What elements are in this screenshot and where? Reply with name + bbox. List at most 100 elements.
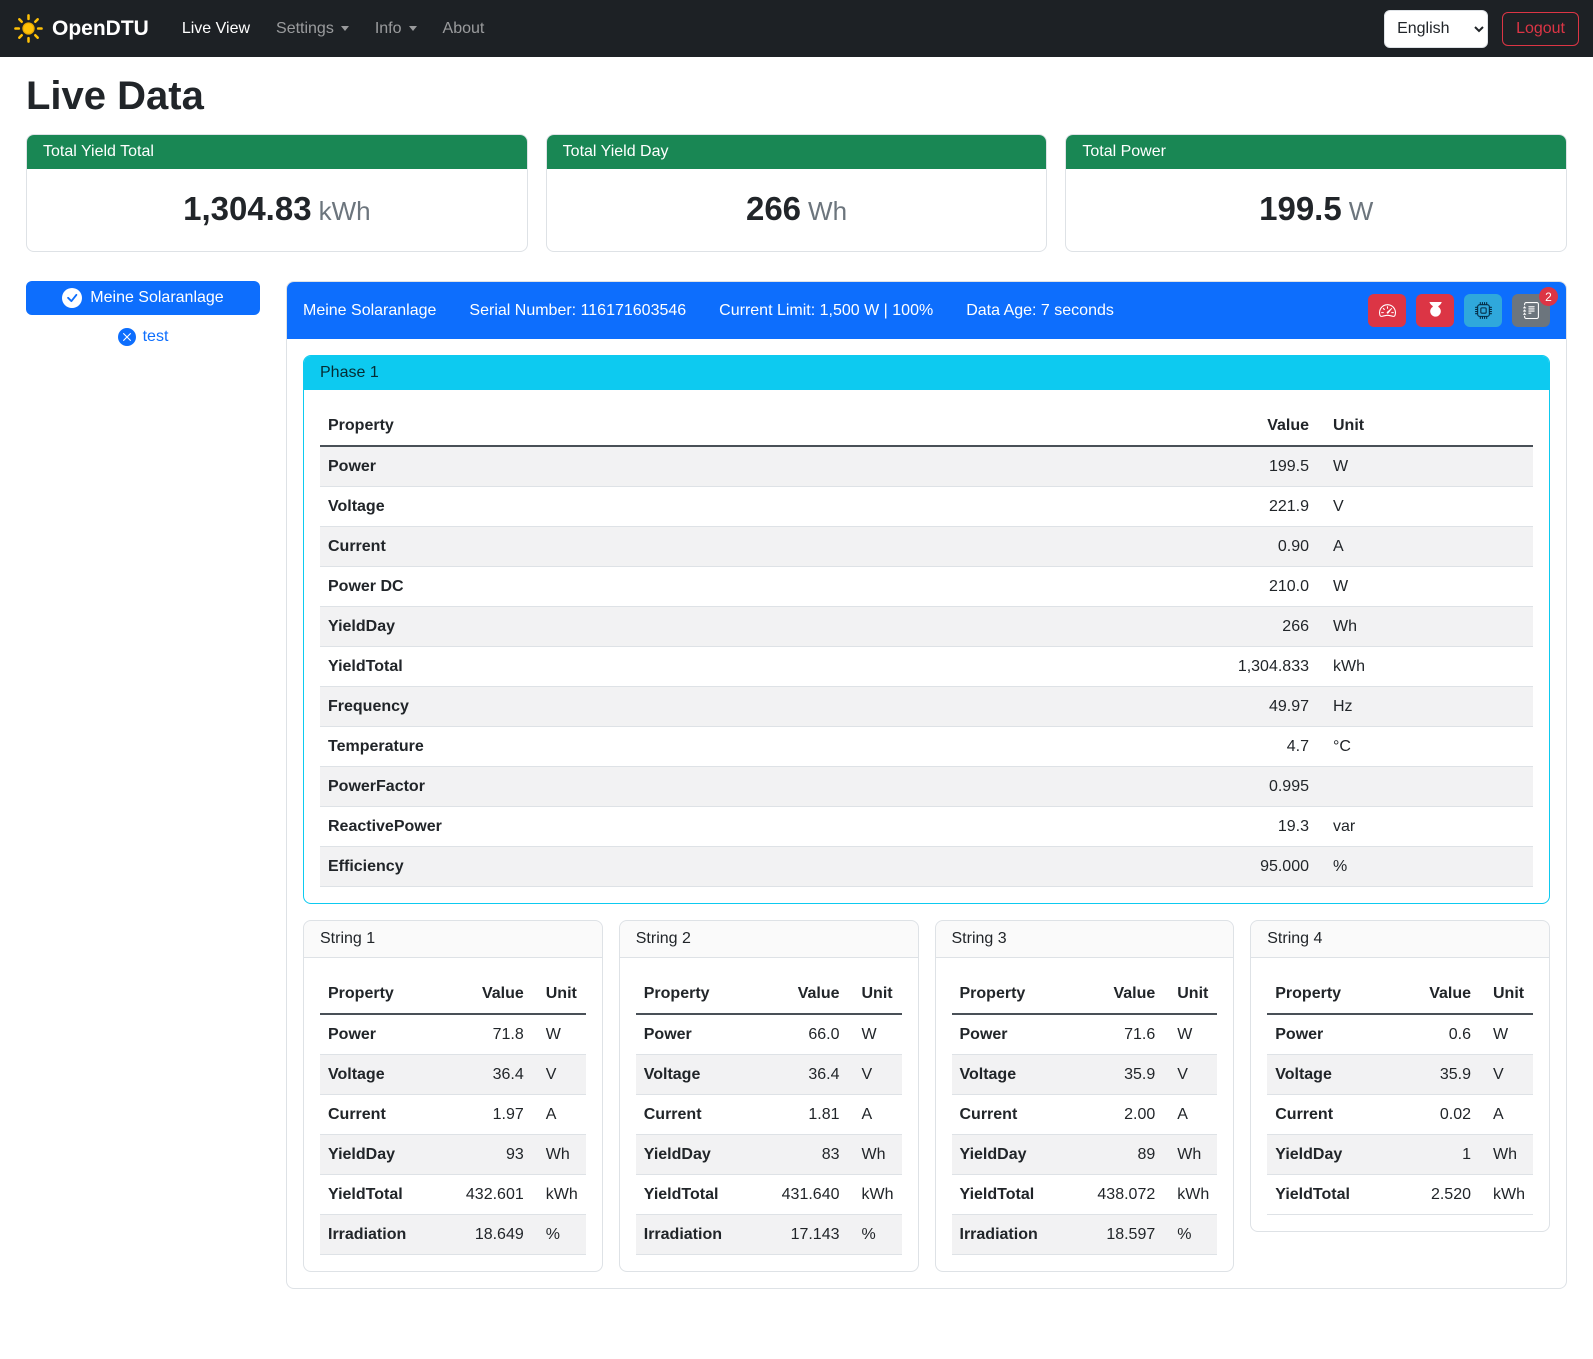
cell-val: 266 [916,607,1317,647]
table-row: YieldTotal431.640kWh [636,1175,902,1215]
table-row: Power DC210.0W [320,567,1533,607]
table-header-row: Property Value Unit [636,974,902,1014]
cell-unit: kWh [532,1175,586,1215]
nav-item-info[interactable]: Info [362,12,430,46]
summary-card-title: Total Power [1066,135,1566,169]
cell-unit: kWh [848,1175,902,1215]
cell-unit: kWh [1317,647,1533,687]
table-row: Current2.00A [952,1095,1218,1135]
table-row: Power66.0W [636,1014,902,1055]
col-unit: Unit [1317,406,1533,446]
phase-table-body: Power199.5WVoltage221.9VCurrent0.90APowe… [320,446,1533,887]
x-circle-icon [118,328,136,346]
summary-value: 266 [746,190,801,227]
table-header-row: Property Value Unit [320,406,1533,446]
cell-prop: Efficiency [320,847,916,887]
inverter-sidebar: Meine Solaranlage test [26,281,260,346]
table-header-row: Property Value Unit [1267,974,1533,1014]
nav-item-label: Info [375,20,402,38]
cell-val: 0.02 [1397,1095,1479,1135]
table-row: Power71.8W [320,1014,586,1055]
string-card-body: Property Value Unit Power71.8WVoltage36.… [304,958,602,1271]
cell-unit: A [848,1095,902,1135]
summary-unit: W [1349,196,1374,226]
cell-val: 35.9 [1070,1055,1163,1095]
table-row: Temperature4.7°C [320,727,1533,767]
cell-val: 1 [1397,1135,1479,1175]
table-row: PowerFactor0.995 [320,767,1533,807]
page-title: Live Data [26,74,1567,119]
summary-unit: kWh [319,196,371,226]
cell-unit: Hz [1317,687,1533,727]
string-card: String 4 Property Value Unit Power0.6WVo… [1250,920,1550,1232]
cell-prop: Current [1267,1095,1396,1135]
cell-prop: Temperature [320,727,916,767]
table-row: Current0.02A [1267,1095,1533,1135]
string-table: Property Value Unit Power66.0WVoltage36.… [636,974,902,1255]
cell-prop: Current [320,1095,439,1135]
table-row: Power199.5W [320,446,1533,487]
cell-unit: W [532,1014,586,1055]
string-card-title: String 3 [936,921,1234,958]
cell-unit: var [1317,807,1533,847]
cell-unit: kWh [1163,1175,1217,1215]
summary-card-body: 1,304.83kWh [27,169,527,251]
table-header-row: Property Value Unit [320,974,586,1014]
table-row: ReactivePower19.3var [320,807,1533,847]
cell-prop: Irradiation [320,1215,439,1255]
cell-val: 221.9 [916,487,1317,527]
col-value: Value [1070,974,1163,1014]
cell-val: 0.995 [916,767,1317,807]
summary-value: 199.5 [1259,190,1342,227]
cell-val: 66.0 [754,1014,847,1055]
cell-unit: W [1317,446,1533,487]
power-button[interactable] [1416,294,1454,327]
cell-prop: Power [320,1014,439,1055]
table-row: YieldTotal432.601kWh [320,1175,586,1215]
cell-prop: Power [952,1014,1071,1055]
col-property: Property [952,974,1071,1014]
language-select[interactable]: English [1384,10,1488,48]
nav-item-settings[interactable]: Settings [263,12,362,46]
brand[interactable]: OpenDTU [14,14,149,43]
table-row: YieldDay83Wh [636,1135,902,1175]
inverter-select-button[interactable]: Meine Solaranlage [26,281,260,315]
journal-icon [1523,302,1540,319]
cell-prop: Power [1267,1014,1396,1055]
events-button[interactable]: 2 [1512,294,1550,327]
cell-prop: YieldDay [320,607,916,647]
logout-button[interactable]: Logout [1502,12,1579,46]
inverter-item-test[interactable]: test [26,328,260,346]
table-row: Voltage36.4V [320,1055,586,1095]
table-row: Efficiency95.000% [320,847,1533,887]
navbar: OpenDTU Live View Settings Info About En… [0,0,1593,57]
cell-val: 1,304.833 [916,647,1317,687]
table-row: YieldTotal1,304.833kWh [320,647,1533,687]
cell-val: 83 [754,1135,847,1175]
string-card-body: Property Value Unit Power0.6WVoltage35.9… [1251,958,1549,1231]
cell-unit: % [1163,1215,1217,1255]
nav-item-about[interactable]: About [430,12,498,46]
table-row: YieldDay1Wh [1267,1135,1533,1175]
cell-unit: Wh [532,1135,586,1175]
cell-val: 199.5 [916,446,1317,487]
cell-prop: YieldTotal [952,1175,1071,1215]
string-card: String 2 Property Value Unit Power66.0WV… [619,920,919,1272]
cell-val: 431.640 [754,1175,847,1215]
cell-val: 1.81 [754,1095,847,1135]
col-property: Property [1267,974,1396,1014]
cell-unit: V [532,1055,586,1095]
cell-unit: Wh [848,1135,902,1175]
summary-card-body: 199.5W [1066,169,1566,251]
col-value: Value [754,974,847,1014]
device-info-button[interactable] [1464,294,1502,327]
cell-prop: Current [952,1095,1071,1135]
table-row: Irradiation18.597% [952,1215,1218,1255]
cell-val: 36.4 [754,1055,847,1095]
cell-val: 49.97 [916,687,1317,727]
nav-item-live-view[interactable]: Live View [169,12,263,46]
cell-val: 2.00 [1070,1095,1163,1135]
col-unit: Unit [532,974,586,1014]
inverter-panel: Meine Solaranlage Serial Number: 1161716… [286,281,1567,1289]
limit-settings-button[interactable] [1368,294,1406,327]
